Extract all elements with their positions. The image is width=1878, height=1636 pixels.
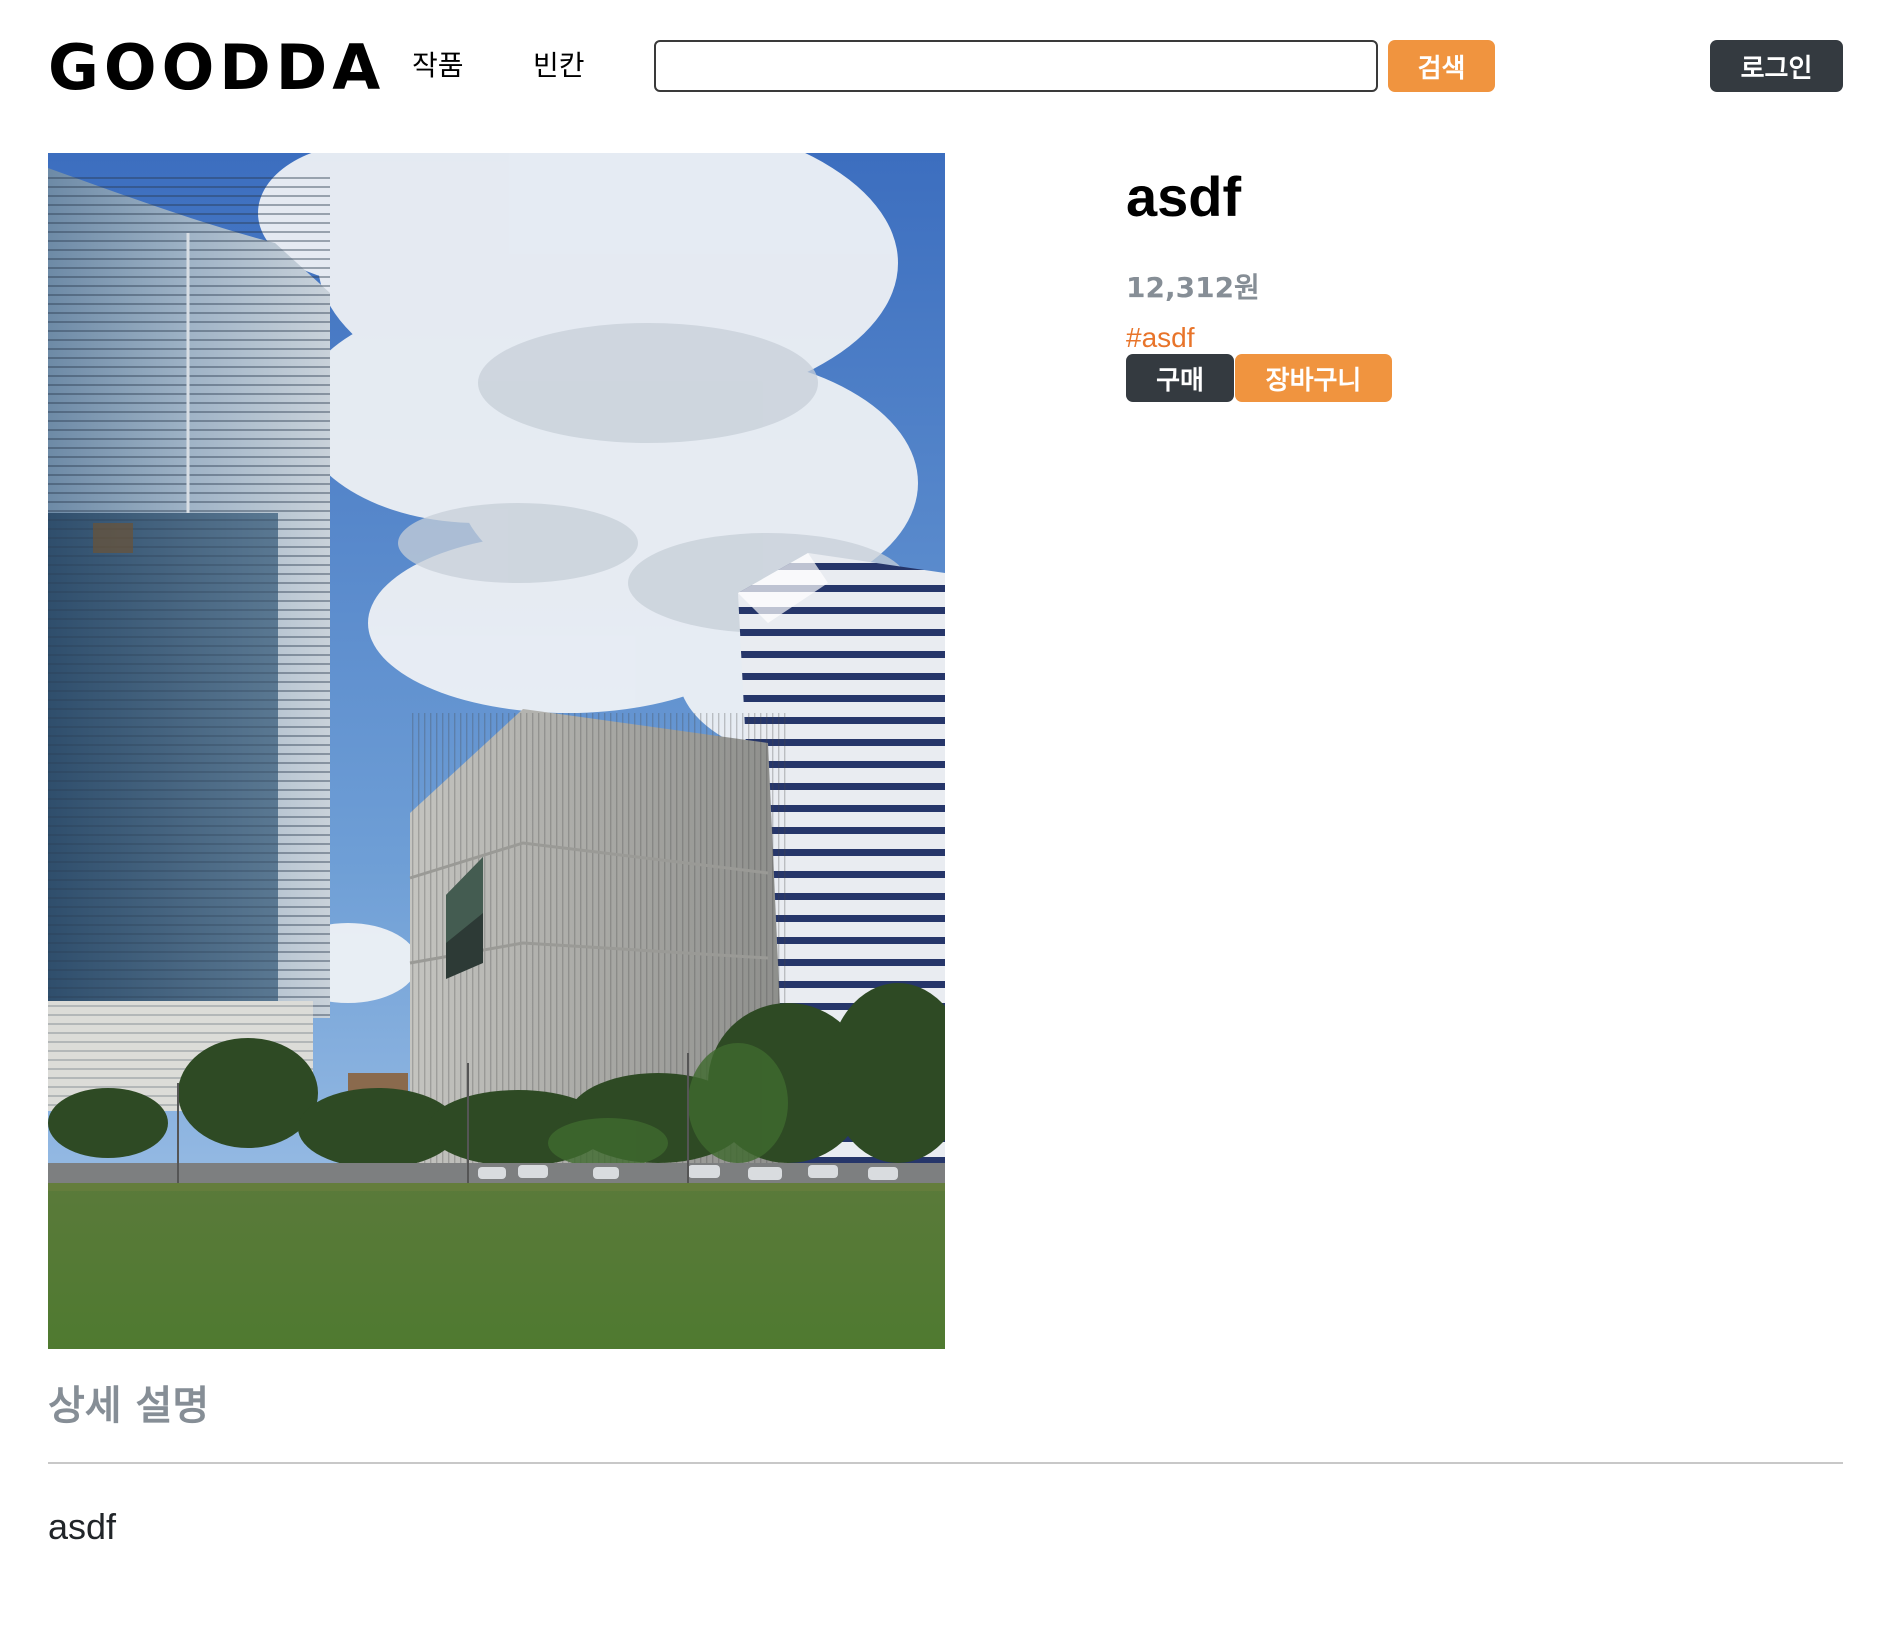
add-to-cart-button[interactable]: 장바구니 xyxy=(1235,354,1392,402)
nav-item-blank[interactable]: 빈칸 xyxy=(533,46,585,86)
description-body: asdf xyxy=(48,1506,117,1547)
product-image xyxy=(48,153,945,1349)
search-input[interactable] xyxy=(654,40,1378,92)
description-heading: 상세 설명 xyxy=(48,1383,210,1429)
divider xyxy=(48,1462,1843,1464)
nav-item-works[interactable]: 작품 xyxy=(412,46,464,86)
product-tag[interactable]: #asdf xyxy=(1126,319,1195,357)
buy-button[interactable]: 구매 xyxy=(1126,354,1234,402)
product-photo xyxy=(48,153,945,1349)
login-button[interactable]: 로그인 xyxy=(1710,40,1843,92)
site-logo[interactable]: GOODDA xyxy=(48,32,385,104)
site-header: GOODDA 작품 빈칸 검색 로그인 xyxy=(0,0,1878,132)
product-title: asdf xyxy=(1126,165,1242,228)
product-price: 12,312원 xyxy=(1126,271,1260,304)
search-button[interactable]: 검색 xyxy=(1388,40,1495,92)
